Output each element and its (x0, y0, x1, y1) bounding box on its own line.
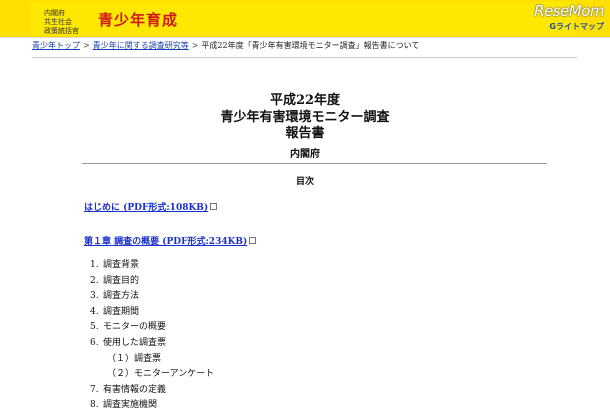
list-item-text: 調査期間 (103, 306, 140, 317)
list-item-text: モニターの概要 (103, 322, 167, 333)
logo-g-icon: G (549, 22, 556, 31)
list-item-text: 調査背景 (103, 260, 140, 270)
list-item-number: 2. (90, 275, 99, 286)
breadcrumb-link-youth-top[interactable]: 青少年トップ (32, 41, 80, 50)
report-title-suffix: 報告書 (285, 126, 325, 141)
introduction-pdf-link[interactable]: はじめに (PDF形式:108KB) (84, 203, 208, 213)
list-item: 3. 調査方法 (90, 289, 490, 305)
external-window-icon (249, 237, 257, 244)
logo-main-text: ReseMom (534, 2, 604, 20)
list-item-number: 3. (90, 291, 99, 302)
toc-link-introduction: はじめに (PDF形式:108KB) (84, 200, 218, 213)
breadcrumb-current: 平成22年度「青少年有害環境モニター調査」報告書について (201, 41, 420, 50)
chapter1-pdf-link[interactable]: 第１章 調査の概要 (PDF形式:234KB) (84, 237, 247, 247)
breadcrumb: 青少年トップ > 青少年に関する調査研究等 > 平成22年度「青少年有害環境モニター調査… (32, 41, 592, 51)
chapter1-section-list: 1. 調査背景 2. 調査目的 3. 調査方法 4. 調査期間 5. モニターの概要 6.… (90, 258, 490, 414)
list-item-number: 5. (90, 322, 99, 333)
list-subitem-text: （２）モニターアンケート (107, 369, 215, 380)
list-item: 8. 調査実施機関 (90, 398, 490, 414)
report-author: 内閣府 (290, 149, 320, 160)
toc-heading: 目次 (295, 177, 314, 187)
org-line-3: 政策統括官 (44, 27, 79, 35)
list-item-number: 6. (90, 337, 99, 348)
list-item-text: 使用した調査票 (103, 337, 167, 348)
logo-sub-label: ライトマップ (556, 22, 604, 31)
list-item: 5. モニターの概要 (90, 320, 490, 336)
list-item-number: 7. (90, 384, 99, 395)
list-subitem-text: （１）調査票 (107, 353, 162, 364)
list-item: 7. 有害情報の定義 (90, 383, 490, 399)
header-divider (0, 37, 610, 38)
external-window-icon (210, 203, 218, 210)
list-item-text: 調査目的 (103, 275, 140, 286)
org-line-2: 共生社会 (44, 18, 72, 26)
list-item: 4. 調査期間 (90, 305, 490, 321)
site-title-link[interactable]: 青少年育成 (98, 9, 178, 30)
list-item-text: 調査方法 (103, 291, 140, 302)
header-inner: 内閣府 共生社会 政策統括官 青少年育成 (30, 2, 575, 35)
content-divider (82, 163, 547, 164)
list-item-number: 8. (90, 400, 99, 411)
breadcrumb-separator: > (191, 41, 199, 50)
resemom-logo: ReseMom Gライトマップ (526, 2, 604, 32)
list-item-number: 1. (90, 260, 99, 270)
toc-link-chapter1: 第１章 調査の概要 (PDF形式:234KB) (84, 234, 257, 247)
breadcrumb-link-research[interactable]: 青少年に関する調査研究等 (93, 41, 189, 50)
list-item-text: 有害情報の定義 (103, 384, 167, 395)
list-item: 1. 調査背景 (90, 258, 490, 274)
org-name: 内閣府 共生社会 政策統括官 (44, 9, 79, 36)
list-item: 6. 使用した調査票 (90, 336, 490, 352)
list-item-number: 4. (90, 306, 99, 317)
logo-sub-text: Gライトマップ (549, 21, 604, 32)
list-subitem: （１）調査票 (90, 352, 490, 368)
breadcrumb-separator: > (83, 41, 90, 50)
list-item-text: 調査実施機関 (103, 400, 158, 411)
list-subitem: （２）モニターアンケート (90, 367, 490, 383)
breadcrumb-divider (32, 57, 577, 58)
org-line-1: 内閣府 (44, 9, 65, 17)
site-header: 内閣府 共生社会 政策統括官 青少年育成 ReseMom Gライトマップ (0, 0, 610, 37)
list-item: 2. 調査目的 (90, 274, 490, 290)
